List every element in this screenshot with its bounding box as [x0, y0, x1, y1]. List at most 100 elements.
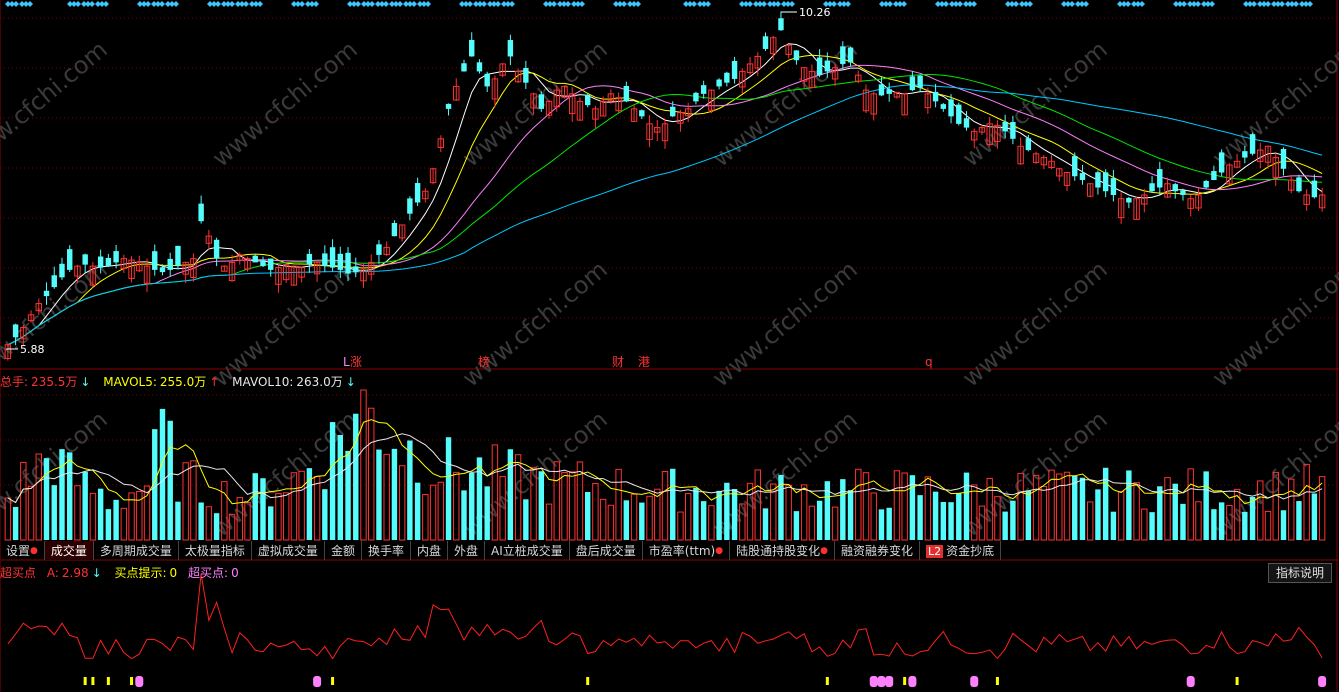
candle-down — [948, 99, 954, 117]
volume-bar-down — [461, 490, 467, 540]
watermark-text: www.cfchi.com — [707, 255, 863, 392]
super-buy-mark — [1186, 676, 1195, 687]
total-volume-arrow: ↓ — [80, 375, 91, 389]
tab-13[interactable]: 融资融券变化 — [835, 541, 920, 560]
tab-11[interactable]: 市盈率(ttm)● — [643, 541, 731, 560]
signal-diamond — [1279, 1, 1285, 7]
signal-diamond — [13, 1, 19, 7]
volume-bars[interactable] — [4, 389, 1326, 541]
volume-bar-up — [855, 468, 862, 541]
candle-down — [1249, 134, 1256, 154]
candle-down — [1180, 190, 1186, 195]
tab-14[interactable]: L2 资金抄底 — [920, 541, 1002, 560]
candle-down — [51, 275, 57, 288]
watermark-text: www.cfchi.com — [707, 405, 863, 542]
volume-bar-down — [1110, 511, 1117, 540]
volume-bar-up — [1141, 508, 1148, 541]
volume-bar-down — [932, 491, 939, 540]
volume-bar-up — [615, 468, 622, 541]
volume-bar-up — [607, 504, 615, 541]
volume-bar-down — [956, 493, 962, 540]
indicator-line — [7, 573, 1323, 660]
volume-moving-averages — [7, 419, 1323, 505]
indicator-name: 超买点 — [0, 566, 37, 580]
volume-bar-up — [1187, 468, 1194, 541]
volume-bar-down — [12, 506, 19, 540]
volume-bar-down — [623, 500, 630, 540]
buy-hint-mark — [91, 677, 95, 685]
tab-12[interactable]: 陆股通持股变化● — [730, 541, 835, 560]
volume-bar-up — [599, 498, 607, 541]
candle-down — [322, 253, 328, 267]
volume-bar-down — [353, 413, 359, 540]
signal-diamond — [1181, 1, 1187, 7]
tab-label: 虚拟成交量 — [257, 544, 318, 558]
volume-bar-down — [67, 452, 73, 540]
price-extreme-labels: 10.26 5.88 — [6, 6, 830, 356]
signal-diamond — [215, 1, 221, 7]
event-markers[interactable]: L涨 榜 财港 q — [343, 354, 933, 369]
volume-bar-down — [793, 511, 800, 540]
volume-bar-down — [43, 458, 50, 540]
signal-diamond — [621, 1, 627, 7]
signal-diamond — [1251, 1, 1257, 7]
stock-chart-canvas[interactable]: www.cfchi.com www.cfchi.com www.cfchi.com w… — [0, 0, 1339, 692]
volume-bar-up — [901, 472, 908, 541]
candle-down — [345, 252, 351, 274]
indicator-legend: 超买点 A: 2.98 ↓ 买点提示: 0 超买点: 0 — [0, 564, 242, 581]
signal-diamond — [705, 1, 711, 7]
volume-bar-down — [469, 472, 475, 540]
tab-4[interactable]: 虚拟成交量 — [252, 541, 325, 560]
candlestick-series[interactable] — [4, 11, 1326, 361]
super-buy-mark — [1318, 676, 1327, 687]
tab-10[interactable]: 盘后成交量 — [570, 541, 643, 560]
tab-7[interactable]: 内盘 — [411, 541, 448, 560]
volume-bar-up — [182, 462, 189, 541]
super-buy-mark — [313, 676, 322, 687]
signal-diamond — [145, 1, 151, 7]
signal-diamond — [831, 1, 837, 7]
candle-down — [878, 84, 885, 96]
tab-6[interactable]: 换手率 — [362, 541, 411, 560]
tab-9[interactable]: AI立桩成交量 — [485, 541, 570, 560]
signal-diamond — [89, 1, 95, 7]
candle-down — [538, 94, 545, 109]
ma20-line — [7, 64, 1323, 346]
candle-down — [1102, 172, 1109, 192]
tab-5[interactable]: 金额 — [325, 541, 362, 560]
signal-diamond — [299, 1, 305, 7]
event-marker: L — [343, 355, 350, 369]
volume-bar-down — [731, 489, 738, 540]
moving-average-lines — [7, 43, 1323, 346]
indicator-help-button[interactable]: 指标说明 — [1267, 563, 1332, 583]
volume-bar-up — [924, 476, 932, 541]
volume-bar-up — [383, 453, 390, 541]
volume-bar-down — [105, 509, 112, 540]
candle-down — [940, 104, 947, 109]
tab-2[interactable]: 多周期成交量 — [94, 541, 179, 560]
volume-bar-down — [260, 478, 266, 540]
candle-down — [847, 47, 854, 63]
volume-bar-down — [159, 408, 166, 540]
volume-bar-down — [878, 509, 885, 540]
volume-bar-down — [1072, 475, 1078, 540]
volume-bar-up — [1164, 477, 1171, 541]
watermark-text: www.cfchi.com — [707, 35, 863, 172]
signal-diamond — [383, 1, 389, 7]
tab-3[interactable]: 太极量指标 — [179, 541, 252, 560]
volume-bar-up — [800, 484, 808, 541]
tab-8[interactable]: 外盘 — [448, 541, 485, 560]
candle-down — [1025, 138, 1032, 151]
tab-1[interactable]: 成交量 — [44, 541, 94, 560]
candle-down — [105, 257, 112, 267]
event-marker: 榜 — [478, 354, 490, 369]
signal-diamond — [159, 1, 165, 7]
buy-hint-value: 0 — [169, 566, 178, 580]
tab-0[interactable]: 设置● — [0, 541, 45, 560]
tab-label: 陆股通持股变化 — [736, 544, 821, 558]
watermark-text: www.cfchi.com — [207, 35, 363, 172]
candle-down — [1296, 177, 1302, 192]
candle-down — [252, 255, 258, 263]
candle-down — [731, 60, 738, 79]
volume-bar-down — [1203, 471, 1209, 540]
